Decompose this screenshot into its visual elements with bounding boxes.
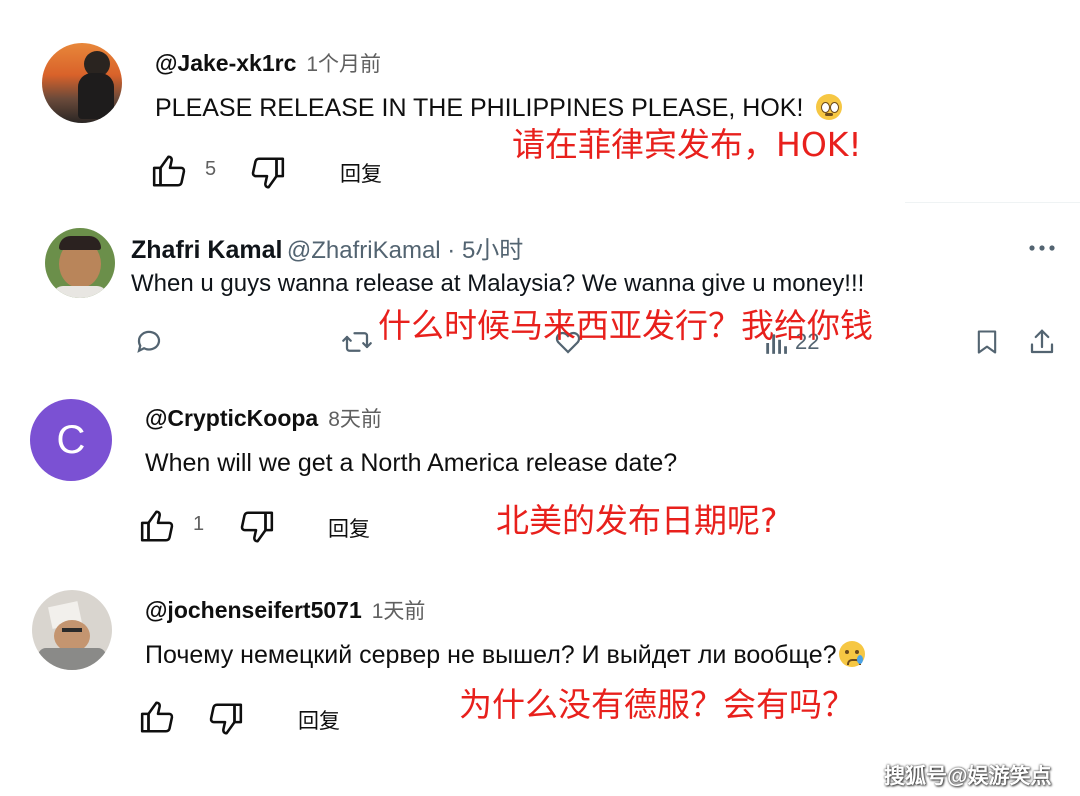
reply-button[interactable]: 回复 [328, 513, 370, 543]
translation-annotation: 为什么没有德服？会有吗？ [459, 685, 855, 724]
like-count: 5 [205, 158, 217, 180]
comment-username[interactable]: @CrypticKoopa [145, 405, 318, 431]
share-icon[interactable] [1027, 326, 1057, 358]
crying-face-icon [838, 641, 865, 667]
watermark: 搜狐号@娱游笑点 [884, 765, 1052, 788]
comment-text: When will we get a North America release… [145, 449, 678, 477]
like-icon[interactable] [138, 507, 178, 545]
pleading-face-icon [816, 94, 843, 120]
avatar-letter: C [56, 418, 86, 462]
like-count: 1 [193, 513, 205, 535]
more-icon[interactable] [1028, 240, 1056, 258]
comment-username[interactable]: @jochenseifert5071 [145, 597, 362, 623]
comment-timestamp[interactable]: 1个月前 [306, 53, 381, 76]
translation-annotation: 什么时候马来西亚发行？我给你钱 [378, 306, 873, 345]
dislike-icon[interactable] [247, 154, 287, 192]
reply-button[interactable]: 回复 [298, 705, 340, 735]
retweet-icon[interactable] [340, 327, 374, 357]
comment-text: Почему немецкий сервер не вышел? И выйде… [145, 641, 837, 669]
tweet-text: When u guys wanna release at Malaysia? W… [131, 270, 865, 297]
avatar[interactable] [45, 228, 115, 298]
translation-annotation: 北美的发布日期呢? [496, 501, 778, 540]
comment-timestamp[interactable]: 1天前 [372, 600, 426, 623]
avatar[interactable] [32, 590, 112, 670]
tweet-handle[interactable]: @ZhafriKamal · 5小时 [287, 237, 523, 264]
translation-annotation: 请在菲律宾发布，HOK! [512, 125, 862, 164]
comment-username[interactable]: @Jake-xk1rc [155, 50, 296, 76]
tweet-author-name[interactable]: Zhafri Kamal [131, 236, 282, 264]
comment-timestamp[interactable]: 8天前 [328, 408, 382, 431]
avatar[interactable]: C [30, 399, 112, 481]
like-icon[interactable] [138, 698, 178, 736]
dislike-icon[interactable] [236, 508, 276, 546]
dislike-icon[interactable] [205, 700, 245, 738]
reply-icon[interactable] [133, 327, 165, 357]
divider [905, 202, 1080, 203]
reply-button[interactable]: 回复 [340, 158, 382, 188]
like-icon[interactable] [150, 152, 190, 190]
bookmark-icon[interactable] [973, 326, 1001, 358]
avatar[interactable] [42, 43, 122, 123]
